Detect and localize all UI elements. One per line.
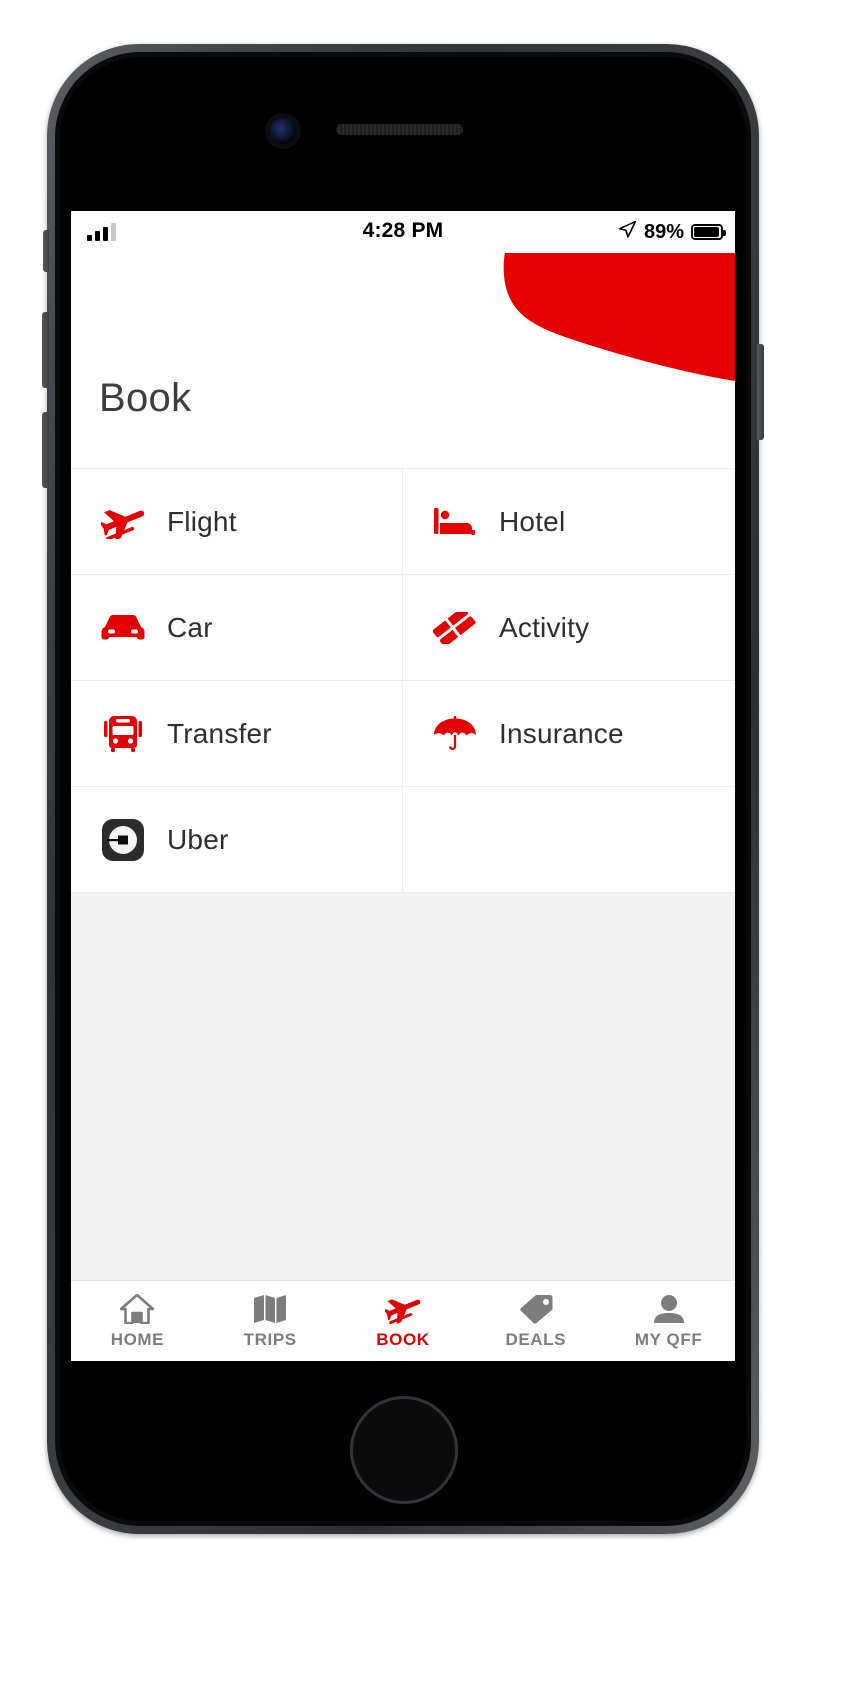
tab-label: MY QFF: [634, 1330, 703, 1349]
menu-item-label: Flight: [167, 505, 237, 537]
menu-item-car[interactable]: Car: [71, 575, 403, 680]
menu-item-label: Car: [167, 611, 213, 643]
red-swoosh-shape: [503, 253, 735, 381]
battery-icon: [691, 224, 726, 240]
menu-item-label: Transfer: [167, 717, 272, 749]
person-icon: [653, 1292, 685, 1326]
menu-item-hotel[interactable]: Hotel: [403, 469, 735, 574]
tab-label: HOME: [110, 1330, 165, 1349]
home-icon: [120, 1292, 155, 1326]
menu-item-insurance[interactable]: Insurance: [403, 681, 735, 786]
page-header: Book: [71, 253, 735, 468]
volume-up-button[interactable]: [42, 312, 49, 388]
bottom-tab-bar: HOME TRIPS BOOK DEALS MY QFF: [71, 1280, 735, 1361]
home-button[interactable]: [350, 1396, 458, 1504]
menu-row: Car Activity: [71, 575, 735, 681]
phone-screen: 4:28 PM 89% Book Flight Hotel Car Activi…: [71, 211, 735, 1361]
tab-label: BOOK: [376, 1330, 430, 1349]
tab-label: TRIPS: [243, 1330, 297, 1349]
page-title: Book: [99, 376, 192, 420]
tab-trips[interactable]: TRIPS: [204, 1281, 337, 1361]
tab-my-qff[interactable]: MY QFF: [602, 1281, 735, 1361]
power-button[interactable]: [757, 344, 764, 440]
content-empty-area: [71, 893, 735, 1280]
status-bar: 4:28 PM 89%: [71, 211, 735, 253]
bus-icon: [99, 714, 147, 754]
earpiece-speaker-icon: [336, 124, 463, 135]
menu-row: Transfer Insurance: [71, 681, 735, 787]
tickets-icon: [431, 608, 479, 648]
plane-icon: [384, 1292, 421, 1326]
front-camera-icon: [270, 118, 296, 144]
volume-down-button[interactable]: [42, 412, 49, 488]
menu-item-uber[interactable]: Uber: [71, 787, 403, 892]
location-arrow-icon: [618, 220, 637, 244]
menu-row: Uber: [71, 787, 735, 893]
menu-item-activity[interactable]: Activity: [403, 575, 735, 680]
tab-deals[interactable]: DEALS: [469, 1281, 602, 1361]
menu-item-transfer[interactable]: Transfer: [71, 681, 403, 786]
menu-item-flight[interactable]: Flight: [71, 469, 403, 574]
map-icon: [253, 1292, 287, 1326]
phone-device-frame: 4:28 PM 89% Book Flight Hotel Car Activi…: [42, 44, 764, 1534]
booking-menu-grid: Flight Hotel Car Activity Transfer Insur…: [71, 468, 735, 893]
menu-item-label: Hotel: [499, 505, 566, 537]
umbrella-icon: [431, 714, 479, 754]
tab-home[interactable]: HOME: [71, 1281, 204, 1361]
status-right-cluster: 89%: [618, 220, 726, 244]
menu-item-label: Insurance: [499, 717, 624, 749]
tag-icon: [519, 1292, 553, 1326]
bed-icon: [431, 502, 479, 542]
menu-item-empty: [403, 787, 735, 892]
menu-item-label: Activity: [499, 611, 590, 643]
menu-row: Flight Hotel: [71, 469, 735, 575]
battery-percent-label: 89%: [643, 220, 684, 243]
menu-item-label: Uber: [167, 823, 229, 855]
plane-icon: [99, 502, 147, 542]
tab-book[interactable]: BOOK: [337, 1281, 470, 1361]
car-icon: [99, 608, 147, 648]
uber-logo-icon: [99, 818, 147, 861]
tab-label: DEALS: [505, 1330, 567, 1349]
mute-switch[interactable]: [43, 230, 49, 272]
